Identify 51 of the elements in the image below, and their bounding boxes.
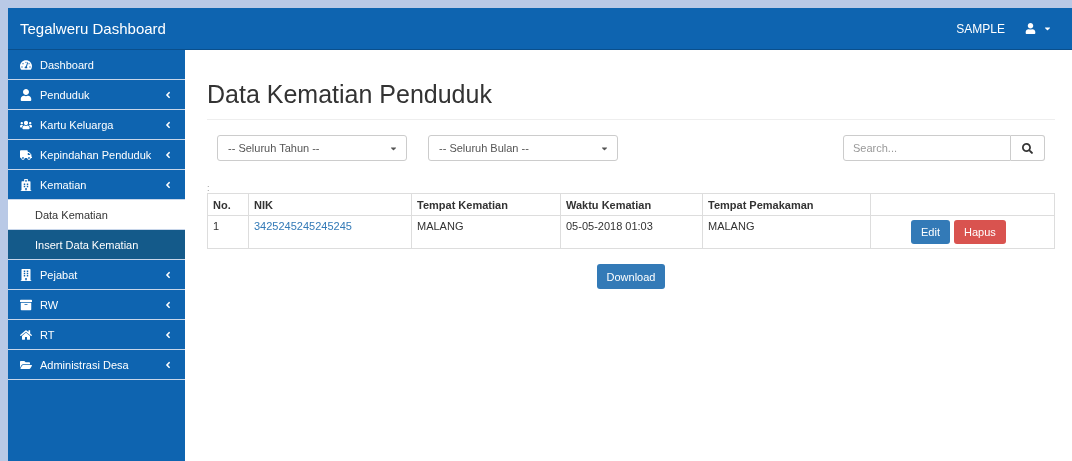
chevron-left-icon <box>163 359 173 370</box>
sidebar-subitem[interactable]: Insert Data Kematian <box>8 230 185 260</box>
chevron-left-icon <box>163 299 173 310</box>
search-button[interactable] <box>1011 135 1045 161</box>
table-cell: MALANG <box>702 215 871 249</box>
download-button[interactable]: Download <box>596 264 666 289</box>
brand-title[interactable]: Tegalweru Dashboard <box>8 20 957 37</box>
chevron-left-icon <box>163 269 173 280</box>
chevron-left-icon <box>163 119 173 130</box>
sidebar-item[interactable]: Dashboard <box>8 50 185 80</box>
sidebar-item[interactable]: Penduduk <box>8 80 185 110</box>
user-icon <box>1025 23 1036 34</box>
user-name: SAMPLE <box>956 21 1005 36</box>
users-icon <box>20 118 32 131</box>
column-header: Tempat Kematian <box>411 193 561 216</box>
user-icon <box>20 88 32 101</box>
sidebar-item[interactable]: Kartu Keluarga <box>8 110 185 140</box>
table-cell: 05-05-2018 01:03 <box>560 215 703 249</box>
folder-icon <box>20 358 32 371</box>
chevron-left-icon <box>163 149 173 160</box>
table-cell: 1 <box>207 215 249 249</box>
sidebar-item[interactable]: Kepindahan Penduduk <box>8 140 185 170</box>
sidebar-item[interactable]: Pejabat <box>8 260 185 290</box>
chevron-left-icon <box>163 89 173 100</box>
filter-dropdown[interactable]: -- Seluruh Bulan -- <box>428 135 618 161</box>
sidebar-item[interactable]: RW <box>8 290 185 320</box>
hospital-icon <box>20 178 32 191</box>
table-caption: : <box>207 183 210 193</box>
table-cell: MALANG <box>411 215 561 249</box>
column-header: Tempat Pemakaman <box>702 193 871 216</box>
search-field[interactable]: Search... <box>843 135 1011 161</box>
house-icon <box>20 328 32 341</box>
user-menu-button[interactable] <box>1025 23 1052 34</box>
filter-dropdown[interactable]: -- Seluruh Tahun -- <box>217 135 407 161</box>
sidebar-item[interactable]: Administrasi Desa <box>8 350 185 380</box>
delete-button[interactable]: Hapus <box>953 220 1006 244</box>
column-header: Waktu Kematian <box>560 193 703 216</box>
chevron-left-icon <box>163 179 173 190</box>
page-title: Data Kematian Penduduk <box>207 80 1055 120</box>
caret-icon <box>1043 24 1052 33</box>
chevron-left-icon <box>163 329 173 340</box>
column-header: NIK <box>248 193 412 216</box>
edit-button[interactable]: Edit <box>911 220 950 244</box>
search-icon <box>1022 142 1033 154</box>
gauge-icon <box>20 58 32 71</box>
sidebar-item[interactable]: RT <box>8 320 185 350</box>
truck-icon <box>20 148 32 161</box>
sidebar-subitem[interactable]: Data Kematian <box>8 200 185 230</box>
column-header: No. <box>207 193 249 216</box>
building-icon <box>20 268 32 281</box>
archive-icon <box>20 298 32 311</box>
